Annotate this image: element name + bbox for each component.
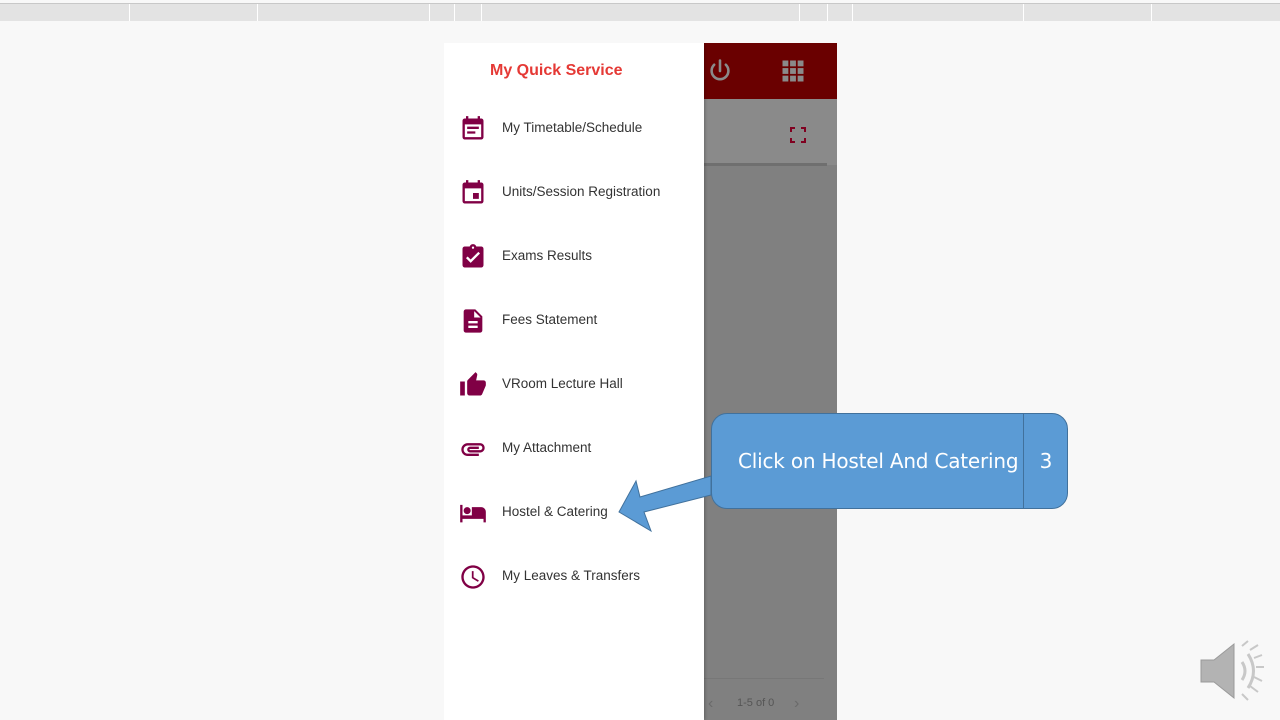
menu-item-leaves-transfers[interactable]: My Leaves & Transfers [444, 552, 704, 600]
menu-item-exams-results[interactable]: Exams Results [444, 232, 704, 280]
description-icon [463, 309, 483, 333]
menu-item-units-registration[interactable]: Units/Session Registration [444, 168, 704, 216]
fullscreen-icon[interactable] [790, 127, 806, 143]
callout-step-number: 3 [1039, 449, 1053, 473]
assignment-turned-in-icon [462, 244, 484, 268]
menu-item-hostel-catering[interactable]: Hostel & Catering [444, 488, 704, 536]
menu-item-label: Fees Statement [502, 312, 598, 327]
drawer-title: My Quick Service [490, 62, 623, 79]
menu-item-label: Units/Session Registration [502, 184, 661, 199]
attachment-icon [461, 443, 485, 456]
menu-item-label: Exams Results [502, 248, 593, 263]
menu-item-my-attachment[interactable]: My Attachment [444, 424, 704, 472]
pagination-range: 1-5 of 0 [737, 697, 775, 709]
menu-item-vroom-lecture-hall[interactable]: VRoom Lecture Hall [444, 360, 704, 408]
quick-service-drawer: My Quick Service My Timetable/Schedule U… [444, 43, 704, 720]
pager-divider [704, 678, 824, 679]
pagination: ‹ 1-5 of 0 › [704, 695, 824, 713]
event-note-icon [462, 116, 484, 140]
thumb-up-icon [460, 372, 486, 396]
menu-item-label: My Leaves & Transfers [502, 568, 641, 583]
event-icon [462, 180, 484, 204]
menu-item-label: My Timetable/Schedule [502, 120, 643, 135]
hotel-icon [460, 504, 486, 523]
next-page-button[interactable]: › [794, 695, 799, 713]
speaker-icon[interactable] [1198, 640, 1264, 702]
tutorial-callout: Click on Hostel And Catering 3 [711, 413, 1068, 509]
menu-item-label: Hostel & Catering [502, 504, 608, 519]
menu-item-label: VRoom Lecture Hall [502, 376, 623, 391]
menu-item-label: My Attachment [502, 440, 592, 455]
callout-text: Click on Hostel And Catering [738, 449, 1019, 473]
top-toolbar-strip [0, 4, 1280, 21]
prev-page-button[interactable]: ‹ [708, 695, 713, 713]
apps-grid-icon[interactable] [779, 57, 807, 85]
menu-item-fees-statement[interactable]: Fees Statement [444, 296, 704, 344]
menu-item-timetable[interactable]: My Timetable/Schedule [444, 104, 704, 152]
power-icon[interactable] [706, 57, 734, 85]
clock-icon [461, 565, 485, 589]
phone-screen: ‹ 1-5 of 0 › My Quick Service My Timetab… [444, 43, 837, 720]
